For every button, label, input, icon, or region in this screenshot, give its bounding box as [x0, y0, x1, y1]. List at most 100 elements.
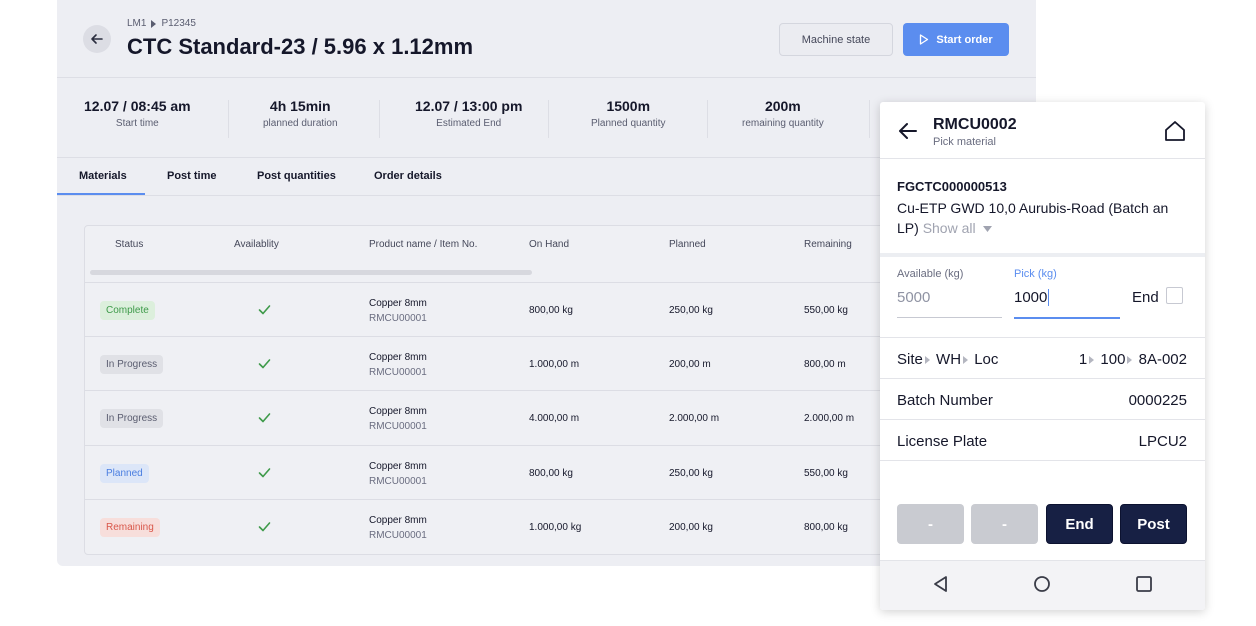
status-badge: In Progress: [100, 355, 164, 374]
on-hand-cell: 1.000,00 m: [529, 359, 580, 370]
batch-value: 0000225: [1128, 392, 1187, 409]
product-name: Copper 8mm: [369, 461, 427, 472]
chevron-right-icon: [1089, 356, 1095, 364]
location-labels: Site WH Loc: [897, 351, 998, 368]
planned-cell: 250,00 kg: [669, 468, 713, 479]
end-button[interactable]: End: [1046, 504, 1113, 544]
remaining-cell: 550,00 kg: [804, 468, 848, 479]
remaining-cell: 800,00 m: [804, 359, 846, 370]
pick-input[interactable]: 1000: [1014, 289, 1050, 306]
mobile-pick-screen: RMCU0002 Pick material FGCTC000000513 Cu…: [880, 102, 1205, 610]
divider: [880, 158, 1205, 159]
nav-home-icon[interactable]: [1033, 575, 1051, 593]
divider: [707, 100, 708, 138]
stat-start-time: 12.07 / 08:45 am Start time: [84, 98, 191, 129]
chevron-right-icon: [963, 356, 969, 364]
nav-back-icon[interactable]: [932, 575, 950, 593]
arrow-left-icon[interactable]: [898, 121, 918, 141]
checkmark-icon: [258, 413, 271, 423]
column-header-product[interactable]: Product name / Item No.: [369, 239, 477, 250]
field-underline: [897, 317, 1002, 318]
stat-planned-duration: 4h 15min planned duration: [263, 98, 338, 129]
status-badge: Complete: [100, 301, 155, 320]
column-header-planned[interactable]: Planned: [669, 239, 706, 250]
divider: [57, 77, 1036, 78]
status-badge: In Progress: [100, 409, 164, 428]
remaining-cell: 800,00 kg: [804, 522, 848, 533]
wh-value: 100: [1100, 351, 1126, 368]
divider: [880, 460, 1205, 461]
status-badge: Remaining: [100, 518, 160, 537]
show-all-link[interactable]: Show all: [923, 220, 992, 236]
stat-value: 12.07 / 13:00 pm: [415, 98, 523, 114]
batch-row: Batch Number 0000225: [880, 378, 1205, 419]
start-order-label: Start order: [936, 33, 993, 46]
checkmark-icon: [258, 468, 271, 478]
breadcrumb-separator-icon: [151, 19, 157, 28]
android-nav-bar: [880, 560, 1205, 610]
checkmark-icon: [258, 305, 271, 315]
end-checkbox[interactable]: [1166, 287, 1183, 304]
material-code: FGCTC000000513: [897, 179, 1007, 194]
batch-label: Batch Number: [897, 392, 993, 409]
checkmark-icon: [258, 359, 271, 369]
site-value: 1: [1078, 351, 1088, 368]
item-number: RMCU00001: [369, 530, 427, 541]
column-header-on-hand[interactable]: On Hand: [529, 239, 569, 250]
tab-post-quantities[interactable]: Post quantities: [257, 170, 336, 182]
remaining-cell: 2.000,00 m: [804, 413, 855, 424]
on-hand-cell: 800,00 kg: [529, 468, 573, 479]
machine-state-button[interactable]: Machine state: [779, 23, 893, 56]
product-name: Copper 8mm: [369, 352, 427, 363]
stat-value: 1500m: [606, 98, 651, 114]
stat-value: 200m: [764, 98, 801, 114]
column-header-remaining[interactable]: Remaining: [804, 239, 852, 250]
status-badge: Planned: [100, 464, 149, 483]
remaining-cell: 550,00 kg: [804, 305, 848, 316]
horizontal-scrollbar[interactable]: [90, 270, 532, 275]
tab-post-time[interactable]: Post time: [167, 170, 217, 182]
planned-cell: 200,00 kg: [669, 522, 713, 533]
planned-cell: 200,00 m: [669, 359, 711, 370]
license-plate-row: License Plate LPCU2: [880, 419, 1205, 460]
field-underline-active: [1014, 317, 1120, 319]
back-button[interactable]: [83, 25, 111, 53]
item-number: RMCU00001: [369, 476, 427, 487]
stat-label: Estimated End: [436, 118, 502, 129]
pick-label: Pick (kg): [1014, 268, 1057, 280]
post-button[interactable]: Post: [1120, 504, 1187, 544]
play-icon: [920, 34, 929, 45]
stat-remaining-quantity: 200m remaining quantity: [742, 98, 824, 129]
end-label: End: [1132, 289, 1159, 306]
tab-materials[interactable]: Materials: [79, 170, 127, 182]
location-row: Site WH Loc 1 100 8A-002: [880, 337, 1205, 378]
planned-cell: 250,00 kg: [669, 305, 713, 316]
divider: [869, 100, 870, 138]
license-plate-label: License Plate: [897, 433, 988, 450]
material-description: Cu-ETP GWD 10,0 Aurubis-Road (Batch an L…: [897, 198, 1192, 238]
chevron-right-icon: [1127, 356, 1133, 364]
arrow-left-icon: [91, 34, 103, 44]
breadcrumb: LM1 P12345: [127, 18, 196, 29]
divider: [880, 253, 1205, 257]
mobile-subtitle: Pick material: [933, 136, 996, 148]
mobile-title: RMCU0002: [933, 116, 1017, 133]
stat-estimated-end: 12.07 / 13:00 pm Estimated End: [415, 98, 522, 129]
minus-button-1[interactable]: -: [897, 504, 964, 544]
start-order-button[interactable]: Start order: [903, 23, 1009, 56]
item-number: RMCU00001: [369, 313, 427, 324]
home-icon[interactable]: [1163, 119, 1187, 143]
minus-button-2[interactable]: -: [971, 504, 1038, 544]
page-title: CTC Standard-23 / 5.96 x 1.12mm: [127, 34, 474, 59]
checkmark-icon: [258, 522, 271, 532]
breadcrumb-line[interactable]: LM1: [127, 18, 146, 29]
breadcrumb-order[interactable]: P12345: [161, 18, 195, 29]
column-header-availability[interactable]: Availablity: [234, 239, 279, 250]
tab-order-details[interactable]: Order details: [374, 170, 442, 182]
site-label: Site: [897, 351, 923, 368]
caret-down-icon: [982, 226, 992, 233]
wh-label: WH: [936, 351, 962, 368]
column-header-status[interactable]: Status: [115, 239, 143, 250]
nav-recents-icon[interactable]: [1135, 575, 1153, 593]
show-all-label: Show all: [922, 220, 976, 236]
